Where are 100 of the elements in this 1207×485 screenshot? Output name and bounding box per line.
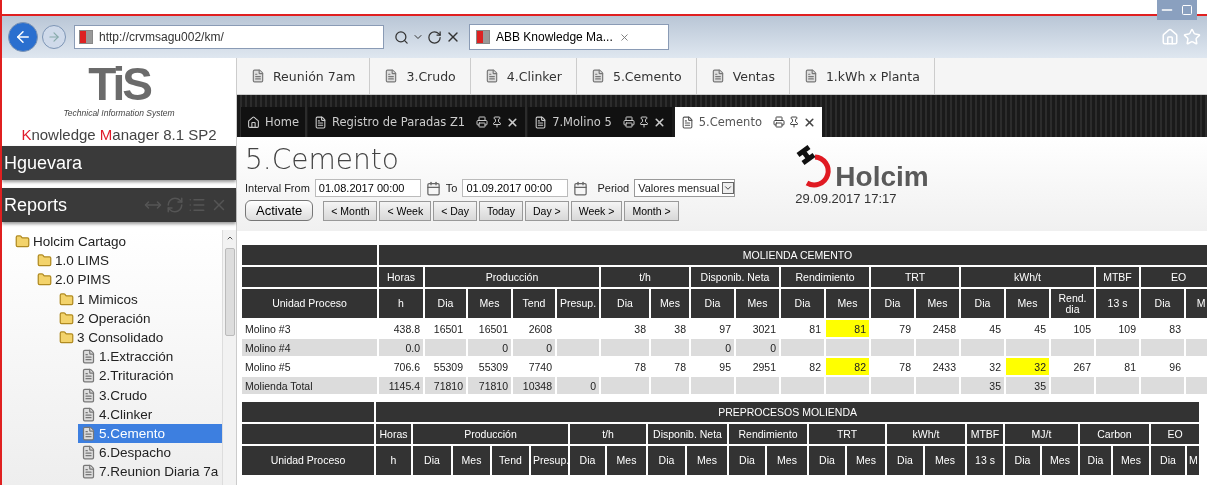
date-field[interactable]: 01.09.2017 00:00 (462, 179, 569, 197)
back-button[interactable] (8, 22, 38, 52)
column-header: Tend (492, 446, 529, 475)
field-label: Interval From (245, 182, 310, 194)
column-header: Unidad Proceso (242, 446, 374, 475)
table-cell: 32 (1006, 358, 1049, 375)
navigation-button[interactable]: < Week (379, 200, 432, 221)
tree-item[interactable]: 6.Despacho (78, 443, 222, 463)
tree-item[interactable]: 2 Operación (56, 308, 222, 328)
column-header: Dia (887, 446, 923, 475)
column-header: M (1186, 289, 1207, 318)
table-cell: 81 (826, 320, 869, 337)
tree-item[interactable]: 1.0 LIMS (34, 251, 222, 271)
tree-item[interactable]: Holcim Cartago (12, 232, 222, 252)
close-icon[interactable] (802, 115, 816, 129)
column-header: Mes (453, 446, 490, 475)
report-tab[interactable]: Ventas (696, 58, 790, 94)
search-icon[interactable] (394, 29, 409, 45)
column-group-header: Disponib. Neta (691, 267, 779, 287)
column-header: Dia (691, 289, 734, 318)
document-tab[interactable]: Registro de Paradas Z1 (307, 107, 526, 137)
tree-item[interactable]: 3 Consolidado (56, 327, 222, 348)
column-group-header: TRT (809, 424, 885, 444)
column-header: Tend (513, 289, 555, 318)
print-icon[interactable] (622, 115, 635, 128)
column-group-header: TRT (871, 267, 959, 287)
navigation-button[interactable]: Day > (524, 200, 569, 221)
tree-item[interactable]: 1 Mimicos (56, 289, 222, 309)
navigation-button[interactable]: Today (478, 200, 523, 221)
navigation-button[interactable]: < Month (323, 200, 378, 221)
calendar-icon[interactable] (425, 180, 441, 196)
document-tab[interactable]: Home (241, 107, 305, 137)
calendar-icon[interactable] (573, 180, 589, 196)
column-group-header: t/h (601, 267, 689, 287)
pin-icon[interactable] (637, 115, 650, 128)
folder-icon (37, 272, 52, 288)
table-cell: 35 (961, 377, 1004, 394)
column-header: Dia (781, 289, 824, 318)
column-group-header: t/h (570, 424, 646, 444)
document-icon (680, 115, 694, 129)
pin-icon[interactable] (491, 115, 504, 128)
logo: TiS (88, 62, 150, 106)
table-cell: 1145.4 (379, 377, 423, 394)
date-field[interactable]: 01.08.2017 00:00 (314, 179, 421, 197)
report-title: 5.Cemento (245, 143, 400, 176)
report-tab[interactable]: 3.Crudo (370, 58, 471, 94)
table-cell: 0 (468, 339, 511, 356)
column-header: Dia (413, 446, 451, 475)
print-icon[interactable] (476, 115, 489, 128)
folder-icon (59, 330, 74, 346)
folder-icon (37, 253, 52, 269)
document-icon (251, 69, 265, 83)
tree-item[interactable]: 2.Trituración (78, 366, 222, 386)
tree-item[interactable]: 1.Extracción (78, 347, 222, 367)
report-tab[interactable]: 4.Clinker (470, 58, 577, 94)
document-icon (81, 349, 96, 365)
refresh-icon[interactable] (427, 29, 442, 45)
scrollbar-thumb[interactable] (224, 248, 235, 336)
column-header: Dia (961, 289, 1004, 318)
navigation-button[interactable]: < Day (433, 200, 477, 221)
field-label: Period (597, 182, 630, 194)
folder-icon (15, 234, 30, 250)
scroll-up-icon[interactable] (225, 234, 234, 242)
report-tab[interactable]: Reunión 7am (237, 58, 371, 94)
column-group-header: kWh/t (961, 267, 1094, 287)
column-header: Mes (925, 446, 965, 475)
pin-icon[interactable] (787, 115, 800, 128)
table-cell: 71810 (468, 377, 511, 394)
column-header: Mes (767, 446, 807, 475)
tree-item[interactable]: 2.0 PIMS (34, 270, 222, 290)
period-select[interactable]: Valores mensual (634, 179, 736, 197)
document-icon (81, 406, 96, 422)
document-tab[interactable]: 7.Molino 5 (528, 107, 672, 137)
browser-tab[interactable]: ABB Knowledge Ma... (469, 24, 669, 50)
print-icon[interactable] (772, 115, 785, 128)
report-tab[interactable]: 1.kWh x Planta (789, 58, 935, 94)
column-header: Dia (570, 446, 605, 475)
column-group-header: Rendimiento (729, 424, 807, 444)
tree-item[interactable]: 5.Cemento (78, 423, 222, 444)
table-cell: 0 (513, 339, 555, 356)
column-header: Mes (847, 446, 885, 475)
document-tab[interactable]: 5.Cemento (674, 107, 822, 137)
address-bar[interactable]: http://crvmsagu002/km/ (74, 25, 384, 49)
tree-item[interactable]: 7.Reunion Diaria 7a (78, 462, 222, 482)
activate-button[interactable]: Activate (245, 200, 314, 221)
report-tab[interactable]: 5.Cemento (576, 58, 697, 94)
column-header: Dia (425, 289, 466, 318)
column-header: Mes (468, 289, 511, 318)
navigation-button[interactable]: Week > (570, 200, 623, 221)
tree-item[interactable]: 4.Clinker (78, 404, 222, 424)
column-header: Mes (651, 289, 689, 318)
document-icon (590, 69, 605, 83)
column-header: Mes (826, 289, 869, 318)
table-cell: 35 (1006, 377, 1049, 394)
close-icon[interactable] (652, 115, 666, 129)
tree-item[interactable]: 3.Crudo (78, 385, 222, 405)
maximize-icon[interactable] (1177, 0, 1197, 20)
table-title: PREPROCESOS MOLIENDA (376, 402, 1200, 422)
navigation-button[interactable]: Month > (624, 200, 679, 221)
scrollbar[interactable] (222, 230, 236, 485)
